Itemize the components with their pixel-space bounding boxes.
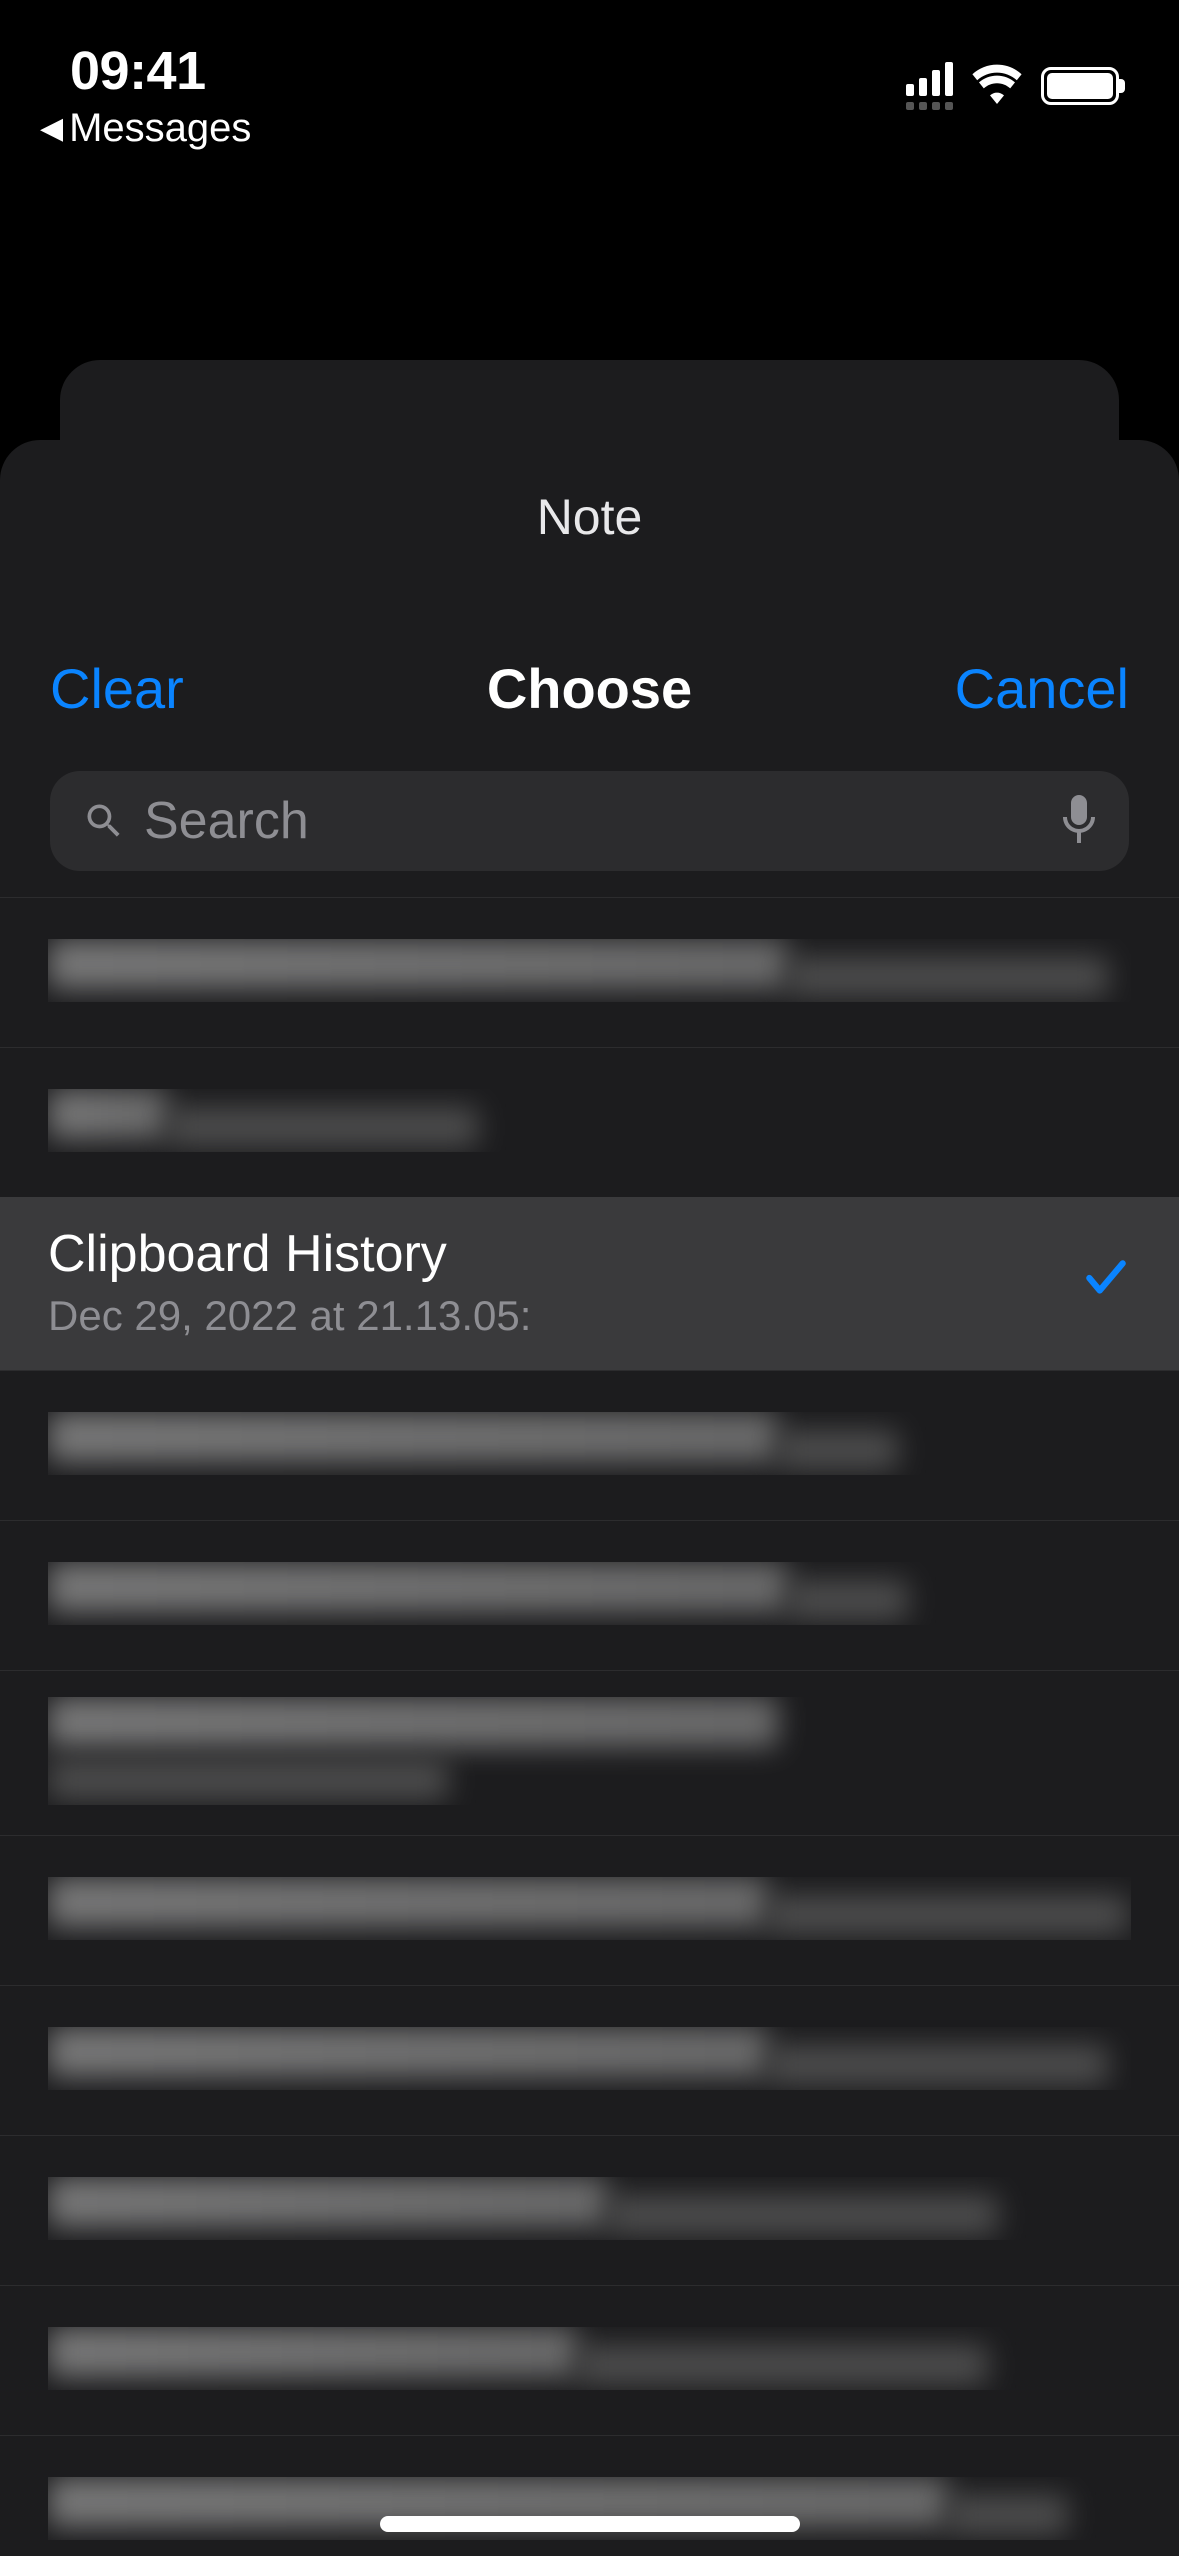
list-item-subtitle: Lorem xyxy=(778,1430,898,1470)
list-item-title: Clipboard History xyxy=(48,1224,1051,1284)
clear-button[interactable]: Clear xyxy=(50,656,250,721)
back-caret-icon: ◀ xyxy=(40,114,63,144)
list-item-subtitle: Lorem ipsum dolor xyxy=(768,2045,1108,2085)
dictation-icon[interactable] xyxy=(1061,795,1097,848)
list-item-subtitle: Dolor sit amet xyxy=(168,1107,478,1147)
sheet-nav: Clear Choose Cancel xyxy=(0,546,1179,771)
list-item-title: Clipboard Dec 29 2022 at 21 30 01 xyxy=(48,1412,778,1462)
list-item-title: Clipboard Dec 29 2022 at 21 30 05 xyxy=(48,2027,768,2077)
sheet-title: Choose xyxy=(487,656,692,721)
cancel-button[interactable]: Cancel xyxy=(929,656,1129,721)
list-item-title: Flight xyxy=(48,1089,168,1139)
list-item-title: Dec 31 2022 at Midnight xyxy=(48,2327,578,2377)
list-item-subtitle: Lorem ipsum dolor xyxy=(788,957,1108,997)
picker-sheet: Note Clear Choose Cancel Clipboard Dec 2… xyxy=(0,440,1179,2556)
search-icon xyxy=(82,799,126,843)
list-item-title: Clipboard Dec 29 2022 at 21 30 00 xyxy=(48,939,788,989)
list-item-title: Clipboard Dec 29 2022 at 21 30 02 xyxy=(48,1562,788,1612)
list-item[interactable]: FlightDolor sit amet xyxy=(0,1047,1179,1197)
cellular-signal-icon xyxy=(906,62,953,110)
back-app-label: Messages xyxy=(69,106,251,151)
search-input[interactable] xyxy=(144,791,1043,851)
list-item[interactable]: Clipboard Dec 29 2022 at 21 30 05Lorem i… xyxy=(0,1985,1179,2135)
status-time: 09:41 xyxy=(70,40,206,102)
list-item-subtitle: Lorem ipsum dolor sit xyxy=(578,2345,988,2385)
list-item[interactable]: Dec 31 2022 at MidnightLorem ipsum dolor… xyxy=(0,2135,1179,2285)
list-item-subtitle: Lorem xyxy=(948,2495,1068,2535)
list-item-title: Clipboard Dec 29 2022 at 21 30 04 xyxy=(48,1877,768,1927)
background-sheet xyxy=(60,360,1119,440)
list-item-subtitle: Lorem ipsum dolor xyxy=(768,1895,1128,1935)
list-item-title: Dec 31 2022 at Midnight xyxy=(48,2177,608,2227)
list-item-subtitle: Lorem xyxy=(788,1580,908,1620)
list-item-subtitle: Dec 29, 2022 at 21.13.05: xyxy=(48,1292,1051,1340)
home-indicator[interactable] xyxy=(380,2516,800,2532)
list-item[interactable]: Dec 31 2022 at MidnightLorem ipsum dolor… xyxy=(0,2285,1179,2435)
sheet-context-label: Note xyxy=(0,440,1179,546)
status-bar: 09:41 ◀ Messages xyxy=(0,0,1179,140)
wifi-icon xyxy=(971,64,1023,109)
notes-list[interactable]: Clipboard Dec 29 2022 at 21 30 00Lorem i… xyxy=(0,897,1179,2556)
list-item[interactable]: Clipboard Dec 29 2022 at 21 30 03 Lorem i… xyxy=(0,1670,1179,1835)
list-item-subtitle: Lorem ipsum dolor sit xyxy=(608,2195,998,2235)
list-item[interactable]: Clipboard Dec 29 2022 at 21 30 01Lorem xyxy=(0,1370,1179,1520)
list-item[interactable]: Clipboard Dec 29 2022 at 21 30 00Lorem i… xyxy=(0,897,1179,1047)
battery-icon xyxy=(1041,67,1119,105)
list-item-subtitle: Lorem ipsum dolor sit xyxy=(48,1760,448,1800)
list-item[interactable]: Clipboard History Dec 29, 2022 at 21.13.0… xyxy=(0,1197,1179,1370)
back-to-app-button[interactable]: ◀ Messages xyxy=(40,106,251,151)
search-field[interactable] xyxy=(50,771,1129,871)
list-item-title: Clipboard Dec 29 2022 at 21 30 03 xyxy=(48,1697,778,1747)
list-item[interactable]: Clipboard Dec 29 2022 at 21 30 04Lorem i… xyxy=(0,1835,1179,1985)
list-item[interactable]: Clipboard Dec 29 2022 at 21 30 02Lorem xyxy=(0,1520,1179,1670)
checkmark-icon xyxy=(1081,1248,1131,1317)
list-item[interactable]: Clipboard Dec 31 2022 at 21 30 Small Bat… xyxy=(0,2435,1179,2556)
